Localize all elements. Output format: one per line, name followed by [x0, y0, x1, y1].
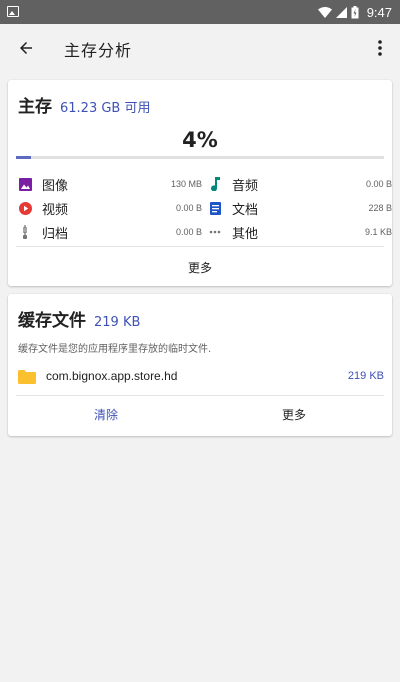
more-vert-icon — [378, 40, 382, 56]
category-label: 图像 — [42, 178, 69, 194]
cache-entry-name: com.bignox.app.store.hd — [46, 369, 178, 383]
status-bar: 9:47 — [0, 0, 400, 24]
play-circle-icon — [18, 201, 32, 215]
category-label: 其他 — [232, 226, 259, 242]
cache-more-button[interactable]: 更多 — [282, 406, 306, 423]
category-audio[interactable]: 音频 0.00 B — [208, 172, 392, 196]
folder-icon — [18, 369, 36, 384]
usage-progress-bar — [16, 156, 384, 159]
category-documents[interactable]: 文档 228 B — [208, 196, 392, 220]
category-size: 0.00 B — [175, 203, 202, 213]
cache-entry[interactable]: com.bignox.app.store.hd 219 KB — [18, 366, 384, 386]
arrow-back-icon — [20, 42, 32, 54]
cache-card: 缓存文件 219 KB 缓存文件是您的应用程序里存放的临时文件. com.big… — [8, 294, 392, 436]
more-horiz-icon — [208, 225, 222, 239]
cache-heading: 缓存文件 — [18, 311, 86, 331]
storage-header: 主存 61.23 GB 可用 — [18, 92, 150, 117]
usage-percent: 4% — [182, 128, 218, 152]
page-title: 主存分析 — [64, 41, 133, 60]
category-archives[interactable]: 归档 0.00 B — [18, 220, 202, 244]
category-other[interactable]: 其他 9.1 KB — [208, 220, 392, 244]
overflow-menu-button[interactable] — [370, 34, 390, 62]
image-icon — [18, 177, 32, 191]
clock: 9:47 — [366, 4, 392, 20]
back-button[interactable] — [12, 34, 40, 62]
category-videos[interactable]: 视频 0.00 B — [18, 196, 202, 220]
storage-card: 主存 61.23 GB 可用 4% 图像 130 MB 音频 0.00 B 视频… — [8, 80, 392, 286]
usage-progress-fill — [16, 156, 31, 159]
archive-icon — [18, 225, 32, 239]
clear-cache-button[interactable]: 清除 — [94, 406, 118, 423]
storage-more-button[interactable]: 更多 — [8, 259, 392, 276]
storage-heading: 主存 — [18, 97, 52, 117]
app-bar: 主存分析 — [0, 24, 400, 72]
category-label: 视频 — [42, 202, 69, 218]
cache-header: 缓存文件 219 KB — [18, 306, 140, 331]
document-icon — [208, 201, 222, 215]
status-icons: 9:47 — [317, 0, 392, 24]
battery-icon — [351, 5, 359, 18]
category-label: 文档 — [232, 202, 259, 218]
cache-description: 缓存文件是您的应用程序里存放的临时文件. — [18, 344, 212, 355]
divider — [16, 395, 384, 396]
storage-available: 61.23 GB 可用 — [60, 101, 151, 116]
signal-icon — [335, 6, 347, 18]
category-size: 130 MB — [170, 179, 202, 189]
category-size: 228 B — [368, 203, 392, 213]
category-size: 9.1 KB — [364, 227, 392, 237]
image-icon — [7, 6, 19, 17]
music-note-icon — [208, 177, 222, 191]
category-label: 音频 — [232, 178, 259, 194]
divider — [16, 246, 384, 247]
category-images[interactable]: 图像 130 MB — [18, 172, 202, 196]
wifi-icon — [317, 6, 332, 18]
cache-total-size: 219 KB — [94, 315, 141, 330]
category-size: 0.00 B — [175, 227, 202, 237]
category-label: 归档 — [42, 226, 69, 242]
cache-entry-size: 219 KB — [347, 370, 384, 382]
category-size: 0.00 B — [365, 179, 392, 189]
